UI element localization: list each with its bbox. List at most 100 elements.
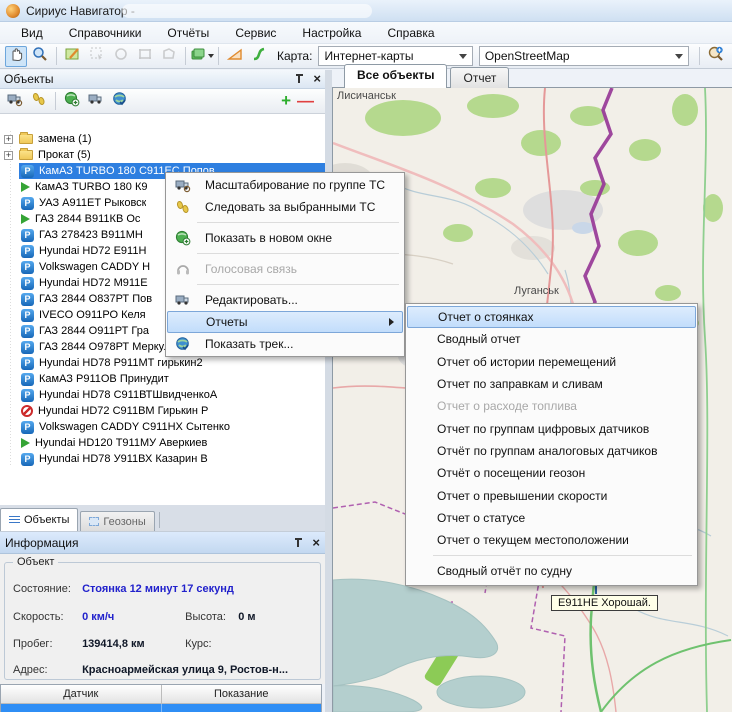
context-menu-item[interactable]: Голосовая связь xyxy=(167,258,403,280)
submenu-item[interactable]: Отчёт о посещении геозон xyxy=(407,462,696,484)
circle-tool-button[interactable] xyxy=(110,46,132,67)
rect-tool-button[interactable] xyxy=(134,46,156,67)
tab-geozones[interactable]: Геозоны xyxy=(80,511,154,531)
expander-icon[interactable] xyxy=(4,151,13,160)
tree-item[interactable]: КамАЗ Р911ОВ Принудит xyxy=(0,371,325,387)
context-menu-item[interactable]: Редактировать... xyxy=(167,289,403,311)
submenu-item[interactable]: Отчет о расходе топлива xyxy=(407,395,696,417)
globe-add-icon xyxy=(175,230,191,246)
tree-item-content: Hyundai HD120 Т911МУ Аверкиев xyxy=(19,435,325,451)
polygon-tool-button[interactable] xyxy=(158,46,180,67)
map-edit-button[interactable] xyxy=(62,46,84,67)
context-menu-item[interactable]: Показать трек... xyxy=(167,333,403,355)
truck-zoom-icon xyxy=(7,91,23,112)
toolbar-buttons xyxy=(4,46,271,67)
truck-button[interactable] xyxy=(85,91,107,112)
folder-icon xyxy=(19,150,33,160)
context-menu-item[interactable]: Отчеты xyxy=(167,311,403,333)
layers-icon xyxy=(190,46,206,67)
menubar-item[interactable]: Справка xyxy=(374,23,447,43)
footprints-button[interactable] xyxy=(28,91,50,112)
zoom-button[interactable] xyxy=(29,46,51,67)
sensor-table-selected-row[interactable] xyxy=(1,704,321,712)
panel-splitter[interactable] xyxy=(325,70,332,712)
menu-item-label: Отчет о стоянках xyxy=(438,310,534,324)
tree-item[interactable]: Hyundai HD78 Р911МТ гирькин2 xyxy=(0,355,325,371)
pin-icon[interactable] xyxy=(293,537,304,549)
close-icon[interactable]: × xyxy=(312,537,320,549)
tree-item-content: Hyundai HD78 С911ВТШвидченкоА xyxy=(19,387,325,403)
parking-status-icon xyxy=(21,197,34,210)
parking-status-icon xyxy=(21,421,34,434)
tab-objects[interactable]: Объекты xyxy=(0,508,78,531)
submenu-item[interactable]: Сводный отчет xyxy=(407,328,696,350)
parking-status-icon xyxy=(21,325,34,338)
route-button[interactable] xyxy=(248,46,270,67)
menu-separator xyxy=(167,218,403,227)
tree-item-label: ГАЗ 2844 О911РТ Гра xyxy=(39,325,149,337)
objects-panel-header: Объекты × xyxy=(0,70,325,89)
select-region-button[interactable] xyxy=(86,46,108,67)
truck-zoom-button[interactable] xyxy=(4,91,26,112)
list-icon xyxy=(9,516,20,525)
menubar-item[interactable]: Настройка xyxy=(289,23,374,43)
tree-item-label: IVECO О911РО Келя xyxy=(39,309,146,321)
globe-add-button[interactable] xyxy=(61,91,83,112)
layers-button[interactable] xyxy=(191,46,213,67)
globe-track-button[interactable] xyxy=(109,91,131,112)
menu-item-label: Отчеты xyxy=(206,315,247,329)
tree-item[interactable]: Hyundai HD78 С911ВТШвидченкоА xyxy=(0,387,325,403)
tree-item[interactable]: Hyundai HD78 У911ВХ Казарин В xyxy=(0,451,325,467)
moving-status-icon xyxy=(21,438,30,448)
submenu-item[interactable]: Отчет о статусе xyxy=(407,507,696,529)
menubar-item[interactable]: Вид xyxy=(8,23,56,43)
submenu-item[interactable]: Отчет о превышении скорости xyxy=(407,484,696,506)
menu-separator xyxy=(407,551,696,560)
globe-add-icon xyxy=(64,91,80,112)
ruler-button[interactable] xyxy=(224,46,246,67)
close-icon[interactable]: × xyxy=(313,73,321,85)
pin-icon[interactable] xyxy=(294,73,305,85)
context-menu-item[interactable]: Следовать за выбранными ТС xyxy=(167,196,403,218)
add-object-button[interactable]: + xyxy=(281,93,291,109)
menubar-item[interactable]: Отчёты xyxy=(154,23,222,43)
column-header[interactable]: Показание xyxy=(162,685,322,704)
tab-geozones-label: Геозоны xyxy=(103,516,145,528)
submenu-item[interactable]: Отчет по заправкам и сливам xyxy=(407,373,696,395)
tree-item[interactable]: Volkswagen CADDY С911НХ Сытенко xyxy=(0,419,325,435)
tree-item-content: Hyundai HD72 С911ВМ Гирькин Р xyxy=(19,403,325,419)
polygon-icon xyxy=(89,517,99,526)
submenu-item[interactable]: Отчет об истории перемещений xyxy=(407,351,696,373)
column-header[interactable]: Датчик xyxy=(1,685,162,704)
menubar-item[interactable]: Сервис xyxy=(222,23,289,43)
tree-item-label: Hyundai HD120 Т911МУ Аверкиев xyxy=(35,437,207,449)
titlebar[interactable]: Сириус Навигатор - xyxy=(0,0,732,22)
context-menu-item[interactable]: Масштабирование по группе ТС xyxy=(167,174,403,196)
map-provider-value: OpenStreetMap xyxy=(485,49,570,63)
submenu-item[interactable]: Отчет о стоянках xyxy=(407,306,696,328)
map-tab[interactable]: Отчет xyxy=(450,67,509,88)
folder-icon xyxy=(19,134,33,144)
tree-item[interactable]: Hyundai HD120 Т911МУ Аверкиев xyxy=(0,435,325,451)
map-tabs: Все объектыОтчет xyxy=(332,63,732,88)
remove-object-button[interactable]: — xyxy=(297,94,314,108)
pan-hand-button[interactable] xyxy=(5,46,27,67)
mileage-label: Пробег: xyxy=(13,638,79,650)
tree-item[interactable]: Hyundai HD72 С911ВМ Гирькин Р xyxy=(0,403,325,419)
tree-item-label: КамАЗ TURBO 180 К9 xyxy=(35,181,148,193)
submenu-item[interactable]: Отчёт по группам аналоговых датчиков xyxy=(407,440,696,462)
context-menu-item[interactable]: Показать в новом окне xyxy=(167,227,403,249)
parking-status-icon xyxy=(21,341,34,354)
menu-item-label: Следовать за выбранными ТС xyxy=(205,200,375,214)
menu-item-label: Отчет по группам цифровых датчиков xyxy=(437,422,649,436)
submenu-item[interactable]: Отчет о текущем местоположении xyxy=(407,529,696,551)
tree-item-label: ГАЗ 278423 В911МН xyxy=(39,229,143,241)
tree-item[interactable]: замена (1) xyxy=(0,131,325,147)
map-tab[interactable]: Все объекты xyxy=(344,64,447,88)
submenu-item[interactable]: Отчет по группам цифровых датчиков xyxy=(407,417,696,439)
menubar-item[interactable]: Справочники xyxy=(56,23,155,43)
objects-toolbar: +— xyxy=(0,89,325,114)
submenu-item[interactable]: Сводный отчёт по судну xyxy=(407,560,696,582)
tree-item[interactable]: Прокат (5) xyxy=(0,147,325,163)
expander-icon[interactable] xyxy=(4,135,13,144)
